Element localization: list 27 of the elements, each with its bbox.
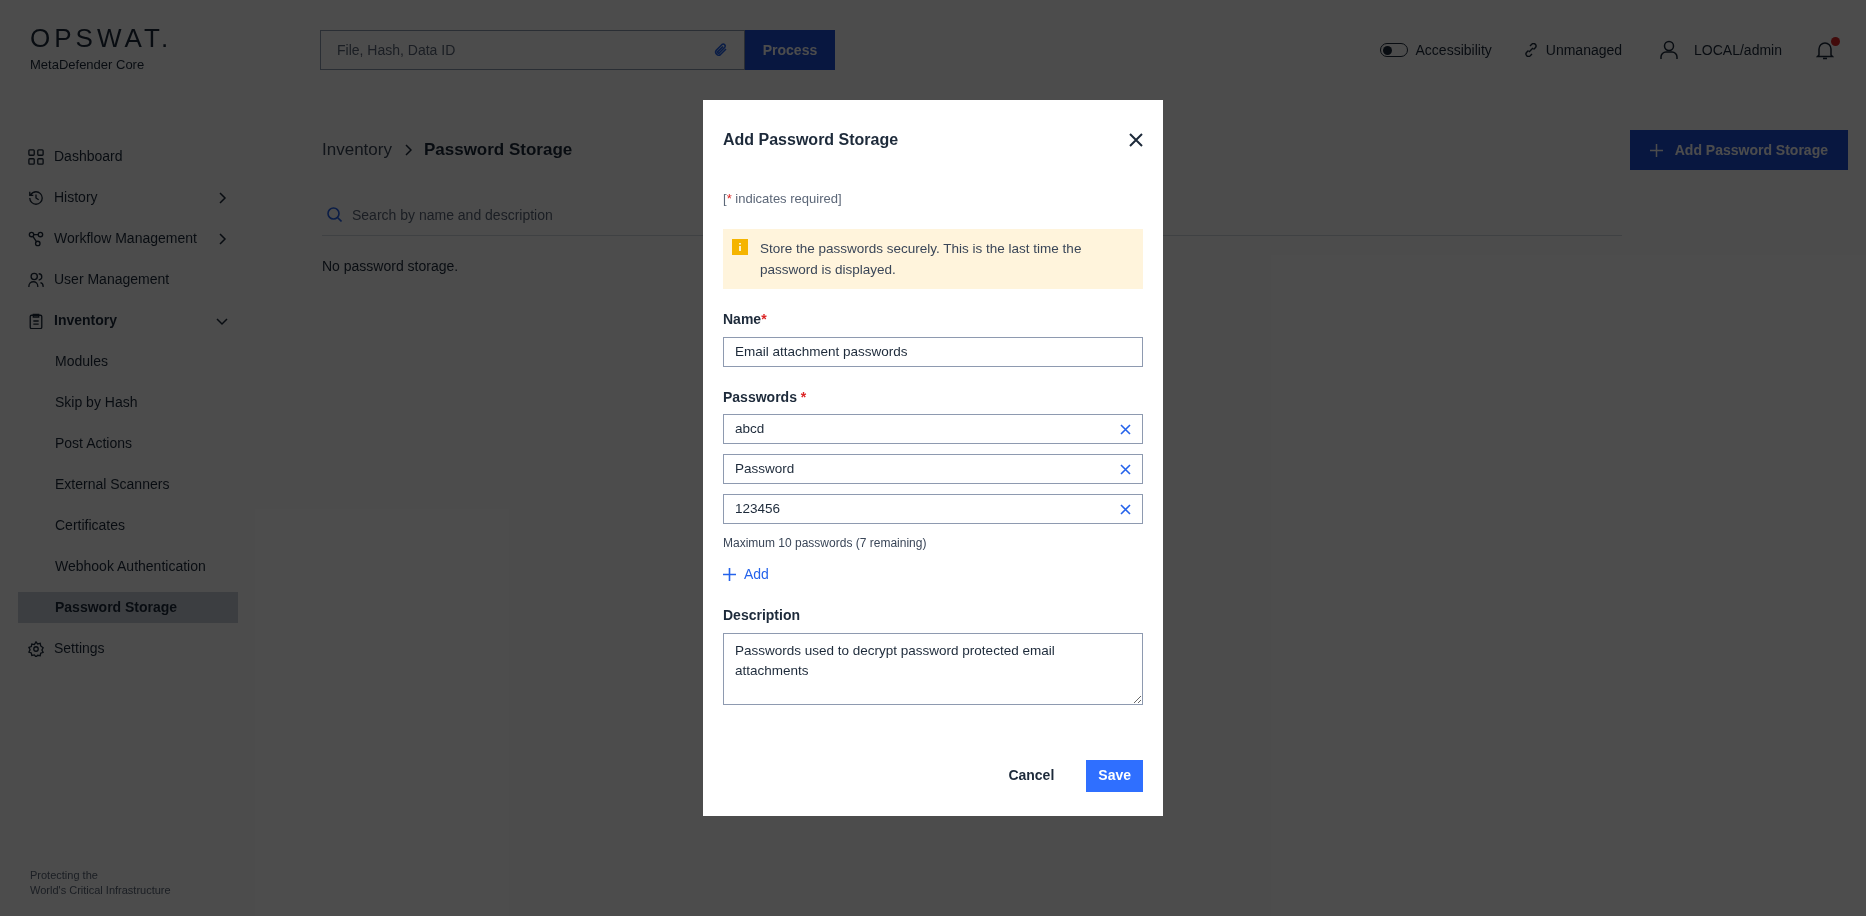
password-input[interactable]: 123456 — [723, 493, 1143, 524]
breadcrumb-current: Password Storage — [423, 139, 573, 162]
description-input[interactable]: Passwords used to decrypt password protected email attachments — [723, 632, 1143, 705]
field-label: Passwords * — [723, 387, 808, 407]
remove-icon[interactable] — [1120, 463, 1131, 475]
cancel-button[interactable]: Cancel — [996, 759, 1067, 792]
management-status: Unmanaged — [1545, 40, 1623, 60]
password-input[interactable]: Password — [723, 453, 1143, 484]
logo: OPSWAT. — [30, 25, 174, 52]
close-icon[interactable] — [1129, 133, 1143, 147]
info-icon — [732, 238, 748, 255]
name-input[interactable]: Email attachment passwords — [723, 336, 1143, 367]
field-label: Name* — [723, 309, 768, 329]
empty-message: No password storage. — [322, 257, 459, 276]
save-button[interactable]: Save — [1086, 759, 1143, 792]
password-limit-hint: Maximum 10 passwords (7 remaining) — [723, 534, 928, 552]
remove-icon[interactable] — [1120, 503, 1131, 515]
remove-icon[interactable] — [1120, 423, 1131, 435]
add-password-button[interactable]: Add — [723, 563, 769, 585]
alert-message: Store the passwords securely. This is the last time the password is displayed. — [760, 239, 1083, 279]
field-label: Description — [723, 605, 801, 625]
accessibility-label: Accessibility — [1415, 40, 1492, 60]
required-note: [* indicates required] — [723, 190, 843, 208]
plus-icon — [723, 567, 736, 581]
password-input[interactable]: abcd — [723, 413, 1143, 444]
product-name: MetaDefender Core — [30, 56, 146, 75]
dialog-title: Add Password Storage — [723, 130, 899, 150]
